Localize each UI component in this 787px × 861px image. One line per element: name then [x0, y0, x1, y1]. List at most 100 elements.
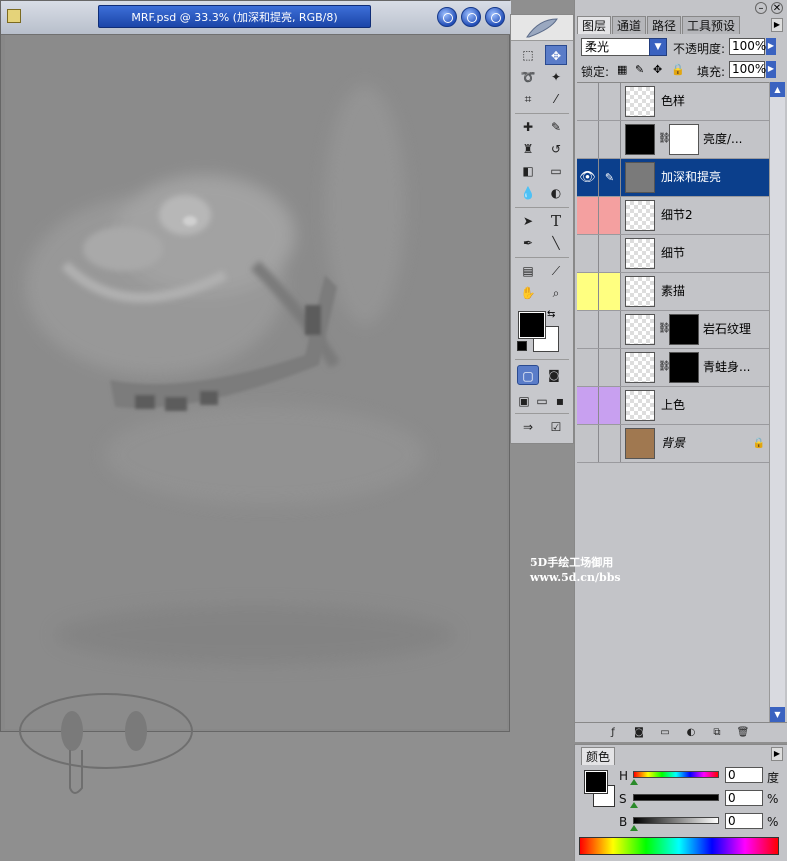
tab-tool-presets[interactable]: 工具预设: [682, 16, 741, 34]
quick-mask-mode-icon[interactable]: ◙: [543, 365, 565, 385]
close-icon[interactable]: [485, 7, 505, 27]
layer-row[interactable]: 色样: [577, 83, 769, 121]
history-brush-tool-icon[interactable]: ↺: [545, 139, 567, 159]
lasso-tool-icon[interactable]: ➰: [517, 67, 539, 87]
tab-layers[interactable]: 图层: [577, 16, 612, 34]
magic-wand-tool-icon[interactable]: ✦: [545, 67, 567, 87]
tab-channels[interactable]: 通道: [612, 16, 647, 34]
color-spectrum-bar[interactable]: [579, 837, 779, 855]
visibility-toggle[interactable]: [577, 235, 599, 272]
jump-to-imageready-icon[interactable]: ⇒: [517, 417, 539, 437]
layer-link-toggle[interactable]: [599, 197, 621, 234]
gradient-tool-icon[interactable]: ▭: [545, 161, 567, 181]
eyedropper-tool-icon[interactable]: ⟋: [545, 261, 567, 281]
layer-row[interactable]: 上色: [577, 387, 769, 425]
layer-row[interactable]: ⛓ 岩石纹理: [577, 311, 769, 349]
visibility-toggle[interactable]: [577, 83, 599, 120]
layer-mask-thumbnail[interactable]: [669, 124, 699, 155]
marquee-tool-icon[interactable]: ⬚: [517, 45, 539, 65]
layer-link-toggle[interactable]: [599, 235, 621, 272]
path-selection-tool-icon[interactable]: ➤: [517, 211, 539, 231]
layer-row[interactable]: 背景 🔒: [577, 425, 769, 463]
pen-tool-icon[interactable]: ✒: [517, 233, 539, 253]
color-fg-swatch[interactable]: [584, 770, 608, 794]
panel-close-icon[interactable]: ✕: [771, 2, 783, 14]
document-titlebar[interactable]: MRF.psd @ 33.3% (加深和提亮, RGB/8): [1, 1, 511, 35]
saturation-slider-marker-icon[interactable]: [630, 802, 638, 808]
layer-row[interactable]: 细节: [577, 235, 769, 273]
fill-input[interactable]: 100%: [729, 61, 766, 78]
tab-color[interactable]: 颜色: [581, 747, 616, 765]
layer-mask-icon[interactable]: ◙: [631, 725, 647, 741]
imageready-check-icon[interactable]: ☑: [545, 417, 567, 437]
layer-link-toggle[interactable]: [599, 311, 621, 348]
blur-tool-icon[interactable]: 💧: [517, 183, 539, 203]
minimize-icon[interactable]: [437, 7, 457, 27]
layer-list-scrollbar[interactable]: ▲ ▼: [769, 82, 785, 722]
tab-paths[interactable]: 路径: [647, 16, 682, 34]
brush-tool-icon[interactable]: ✎: [545, 117, 567, 137]
eraser-tool-icon[interactable]: ◧: [517, 161, 539, 181]
saturation-input[interactable]: 0: [725, 790, 763, 806]
fill-slider-arrow-icon[interactable]: ▶: [766, 61, 776, 78]
visibility-toggle[interactable]: [577, 273, 599, 310]
opacity-input[interactable]: 100%: [729, 38, 766, 55]
layer-mask-thumbnail[interactable]: [669, 314, 699, 345]
hand-tool-icon[interactable]: ✋: [517, 283, 539, 303]
blend-mode-dropdown-icon[interactable]: ▼: [649, 38, 667, 56]
layer-row[interactable]: 素描: [577, 273, 769, 311]
swap-colors-icon[interactable]: ⇆: [547, 309, 555, 320]
layer-mask-thumbnail[interactable]: [669, 352, 699, 383]
brightness-slider[interactable]: [633, 817, 719, 824]
default-colors-icon[interactable]: [517, 341, 527, 351]
lock-position-icon[interactable]: ✥: [653, 63, 662, 76]
zoom-tool-icon[interactable]: ⌕: [545, 283, 567, 303]
layer-style-icon[interactable]: ƒ: [605, 725, 621, 741]
delete-layer-icon[interactable]: 🗑: [735, 725, 751, 741]
hue-slider[interactable]: [633, 771, 719, 778]
clone-stamp-tool-icon[interactable]: ♜: [517, 139, 539, 159]
toolbox-header[interactable]: [511, 15, 573, 41]
visibility-toggle[interactable]: [577, 311, 599, 348]
hue-input[interactable]: 0: [725, 767, 763, 783]
layer-row[interactable]: 细节2: [577, 197, 769, 235]
eye-icon[interactable]: 👁: [577, 159, 599, 196]
panel-minimize-icon[interactable]: –: [755, 2, 767, 14]
visibility-toggle[interactable]: [577, 349, 599, 386]
layer-row[interactable]: ⛓ 青蛙身...: [577, 349, 769, 387]
standard-mode-icon[interactable]: ▢: [517, 365, 539, 385]
color-panel-menu-icon[interactable]: ▶: [771, 747, 783, 761]
new-layer-icon[interactable]: ⧉: [709, 725, 725, 741]
visibility-toggle[interactable]: [577, 197, 599, 234]
brightness-slider-marker-icon[interactable]: [630, 825, 638, 831]
layer-link-toggle[interactable]: [599, 425, 621, 462]
scroll-down-icon[interactable]: ▼: [770, 707, 785, 722]
layer-link-toggle[interactable]: [599, 121, 621, 158]
brightness-input[interactable]: 0: [725, 813, 763, 829]
layer-row[interactable]: 👁 ✎ 加深和提亮: [577, 159, 769, 197]
saturation-slider[interactable]: [633, 794, 719, 801]
foreground-color-swatch[interactable]: [518, 311, 546, 339]
hue-slider-marker-icon[interactable]: [630, 779, 638, 785]
line-tool-icon[interactable]: ╲: [545, 233, 567, 253]
layer-link-toggle[interactable]: [599, 273, 621, 310]
brush-icon[interactable]: ✎: [599, 159, 621, 196]
visibility-toggle[interactable]: [577, 387, 599, 424]
type-tool-icon[interactable]: T: [545, 211, 567, 231]
visibility-toggle[interactable]: [577, 121, 599, 158]
adjustment-layer-icon[interactable]: ◐: [683, 725, 699, 741]
healing-brush-tool-icon[interactable]: ✚: [517, 117, 539, 137]
new-group-icon[interactable]: ▭: [657, 725, 673, 741]
layer-link-toggle[interactable]: [599, 387, 621, 424]
dodge-tool-icon[interactable]: ◐: [545, 183, 567, 203]
layer-link-toggle[interactable]: [599, 83, 621, 120]
visibility-toggle[interactable]: [577, 425, 599, 462]
layer-link-toggle[interactable]: [599, 349, 621, 386]
notes-tool-icon[interactable]: ▤: [517, 261, 539, 281]
maximize-icon[interactable]: [461, 7, 481, 27]
crop-tool-icon[interactable]: ⌗: [517, 89, 539, 109]
slice-tool-icon[interactable]: ⁄: [545, 89, 567, 109]
scroll-up-icon[interactable]: ▲: [770, 82, 785, 97]
lock-all-icon[interactable]: 🔒: [671, 63, 685, 76]
lock-image-icon[interactable]: ✎: [635, 63, 644, 76]
